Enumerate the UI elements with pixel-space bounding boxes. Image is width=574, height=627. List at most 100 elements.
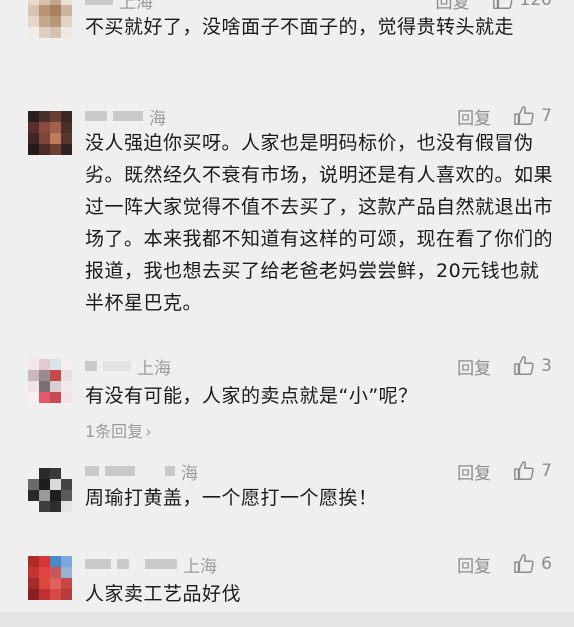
avatar-pixel: [28, 578, 39, 589]
thumbs-up-icon[interactable]: [513, 355, 535, 377]
avatar-pixel: [61, 122, 72, 133]
username-blurred[interactable]: [85, 466, 99, 476]
comment-text: 有没有可能，人家的卖点就是“小”呢？: [85, 385, 418, 407]
avatar-pixel: [61, 567, 72, 578]
avatar-pixel: [50, 567, 61, 578]
avatar-pixel: [61, 501, 72, 512]
like-count: 3: [541, 356, 552, 376]
avatar-pixel: [61, 111, 72, 122]
avatar-pixel: [50, 479, 61, 490]
view-replies-link[interactable]: 1条回复 ›: [85, 420, 152, 444]
avatar-pixel: [50, 16, 61, 27]
avatar-pixel: [39, 370, 50, 381]
reply-button[interactable]: 回复: [457, 552, 491, 577]
avatar-pixel: [39, 122, 50, 133]
avatar-pixel: [61, 16, 72, 27]
avatar-pixel: [28, 490, 39, 501]
location-label: 海: [181, 463, 198, 484]
avatar-pixel: [28, 501, 39, 512]
avatar-pixel: [28, 144, 39, 155]
avatar[interactable]: [28, 468, 72, 512]
reply-button[interactable]: 回复: [457, 354, 491, 379]
username-blurred[interactable]: [85, 559, 111, 569]
username-blurred[interactable]: [105, 466, 135, 476]
comment-meta: 上海: [85, 354, 171, 379]
username-blurred[interactable]: [145, 559, 177, 569]
avatar-pixel: [39, 556, 50, 567]
username-blurred[interactable]: [165, 466, 175, 476]
like-count: 7: [541, 461, 552, 481]
avatar-pixel: [39, 479, 50, 490]
username-blurred[interactable]: [117, 559, 129, 569]
avatar-pixel: [28, 16, 39, 27]
thumbs-up-icon[interactable]: [513, 553, 535, 575]
comment-text: 没人强迫你买呀。人家也是明码标价，也没有假冒伪劣。既然经久不衰有市场，说明还是有…: [85, 132, 554, 314]
thumbs-up-icon[interactable]: [492, 0, 514, 11]
avatar-pixel: [61, 5, 72, 16]
avatar-pixel: [61, 370, 72, 381]
avatar-pixel: [50, 133, 61, 144]
avatar-pixel: [61, 490, 72, 501]
avatar-pixel: [50, 556, 61, 567]
avatar-pixel: [50, 578, 61, 589]
avatar-pixel: [50, 144, 61, 155]
avatar-pixel: [28, 556, 39, 567]
thumbs-up-icon[interactable]: [513, 105, 535, 127]
avatar[interactable]: [28, 556, 72, 600]
bottom-divider: [0, 612, 574, 627]
avatar-pixel: [28, 111, 39, 122]
avatar-pixel: [39, 578, 50, 589]
avatar-pixel: [50, 111, 61, 122]
avatar[interactable]: [28, 0, 72, 38]
avatar-pixel: [39, 27, 50, 38]
comment-text: 不买就好了，没啥面子不面子的，觉得贵转头就走: [85, 16, 515, 38]
comment-actions: 回复 7: [457, 104, 552, 129]
avatar-pixel: [28, 133, 39, 144]
avatar-pixel: [28, 392, 39, 403]
avatar-pixel: [50, 589, 61, 600]
avatar-pixel: [50, 392, 61, 403]
avatar-pixel: [39, 490, 50, 501]
avatar-pixel: [61, 381, 72, 392]
avatar-pixel: [39, 381, 50, 392]
location-label: 上海: [183, 556, 217, 577]
username-blurred[interactable]: [85, 361, 97, 371]
avatar[interactable]: [28, 111, 72, 155]
avatar-pixel: [39, 144, 50, 155]
avatar-pixel: [50, 27, 61, 38]
username-blurred[interactable]: [103, 361, 131, 371]
avatar[interactable]: [28, 359, 72, 403]
comment-actions: 回复 3: [457, 354, 552, 379]
view-replies-label: 1条回复: [85, 422, 144, 441]
comment-meta: 海: [85, 104, 166, 129]
avatar-pixel: [50, 370, 61, 381]
like-count: 6: [541, 554, 552, 574]
avatar-pixel: [50, 490, 61, 501]
avatar-pixel: [39, 589, 50, 600]
avatar-pixel: [28, 479, 39, 490]
username-blurred[interactable]: [85, 111, 107, 121]
avatar-pixel: [28, 567, 39, 578]
avatar-pixel: [28, 589, 39, 600]
reply-button[interactable]: 回复: [457, 104, 491, 129]
avatar-pixel: [50, 5, 61, 16]
avatar-pixel: [39, 359, 50, 370]
avatar-pixel: [61, 359, 72, 370]
thumbs-up-icon[interactable]: [513, 460, 535, 482]
comment-meta: 上海: [85, 552, 217, 577]
avatar-pixel: [39, 468, 50, 479]
reply-button[interactable]: 回复: [457, 459, 491, 484]
comment-actions: 回复 7: [457, 459, 552, 484]
avatar-pixel: [61, 556, 72, 567]
like-count: 120: [519, 0, 552, 10]
comment-meta: 海: [85, 459, 198, 484]
username-blurred[interactable]: [113, 111, 143, 121]
username-blurred[interactable]: [85, 0, 113, 5]
avatar-pixel: [50, 501, 61, 512]
avatar-pixel: [50, 359, 61, 370]
avatar-pixel: [61, 578, 72, 589]
avatar-pixel: [28, 359, 39, 370]
avatar-pixel: [61, 479, 72, 490]
avatar-pixel: [61, 144, 72, 155]
avatar-pixel: [61, 589, 72, 600]
